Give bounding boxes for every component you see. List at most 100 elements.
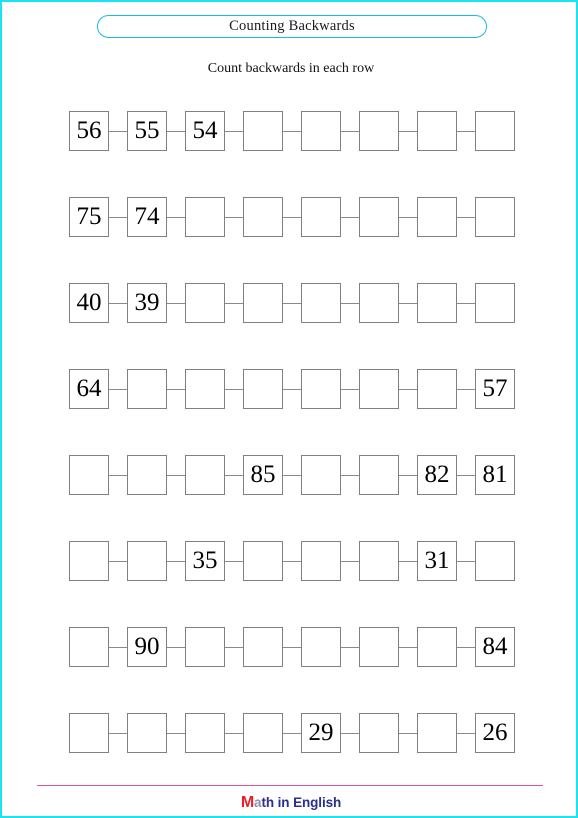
- cell-value: 57: [482, 375, 508, 402]
- number-cell-filled: 84: [475, 627, 515, 667]
- number-cell-blank[interactable]: [417, 111, 457, 151]
- number-cell-blank[interactable]: [185, 713, 225, 753]
- number-cell-blank[interactable]: [417, 283, 457, 323]
- number-cell-blank[interactable]: [475, 197, 515, 237]
- sequence-row: 90 84: [69, 626, 515, 668]
- number-cell-blank[interactable]: [185, 455, 225, 495]
- number-cell-filled: 82: [417, 455, 457, 495]
- number-cell-blank[interactable]: [475, 111, 515, 151]
- cell-connector-line: [109, 388, 127, 390]
- number-cell-blank[interactable]: [69, 713, 109, 753]
- cell-value: 29: [308, 719, 334, 746]
- cell-value: 74: [134, 203, 160, 230]
- number-cell-filled: 35: [185, 541, 225, 581]
- number-cell-filled: 55: [127, 111, 167, 151]
- cell-connector-line: [341, 130, 359, 132]
- cell-connector-line: [283, 646, 301, 648]
- number-cell-blank[interactable]: [417, 713, 457, 753]
- cell-connector-line: [457, 130, 475, 132]
- title-box: Counting Backwards: [97, 15, 487, 38]
- number-cell-blank[interactable]: [185, 283, 225, 323]
- number-cell-blank[interactable]: [475, 541, 515, 581]
- cell-connector-line: [167, 216, 185, 218]
- cell-connector-line: [341, 646, 359, 648]
- cell-connector-line: [167, 302, 185, 304]
- cell-value: 90: [134, 633, 160, 660]
- number-cell-blank[interactable]: [69, 627, 109, 667]
- number-cell-blank[interactable]: [243, 111, 283, 151]
- number-cell-blank[interactable]: [243, 541, 283, 581]
- cell-connector-line: [167, 130, 185, 132]
- number-cell-filled: 56: [69, 111, 109, 151]
- cell-connector-line: [341, 302, 359, 304]
- number-cell-blank[interactable]: [127, 713, 167, 753]
- number-cell-blank[interactable]: [359, 197, 399, 237]
- number-cell-blank[interactable]: [417, 197, 457, 237]
- worksheet-page: Counting Backwards Count backwards in ea…: [0, 0, 578, 818]
- number-cell-blank[interactable]: [127, 541, 167, 581]
- cell-connector-line: [399, 560, 417, 562]
- number-cell-filled: 75: [69, 197, 109, 237]
- cell-value: 35: [192, 547, 218, 574]
- number-cell-blank[interactable]: [185, 627, 225, 667]
- cell-connector-line: [167, 560, 185, 562]
- number-cell-blank[interactable]: [69, 541, 109, 581]
- number-cell-blank[interactable]: [359, 111, 399, 151]
- cell-connector-line: [225, 732, 243, 734]
- number-cell-filled: 26: [475, 713, 515, 753]
- cell-connector-line: [341, 732, 359, 734]
- number-cell-blank[interactable]: [359, 369, 399, 409]
- cell-connector-line: [109, 130, 127, 132]
- sequence-row: 64 57: [69, 368, 515, 410]
- number-cell-blank[interactable]: [359, 541, 399, 581]
- number-cell-blank[interactable]: [69, 455, 109, 495]
- cell-value: 40: [76, 289, 102, 316]
- number-cell-blank[interactable]: [301, 283, 341, 323]
- cell-value: 54: [192, 117, 218, 144]
- number-cell-blank[interactable]: [185, 369, 225, 409]
- number-cell-blank[interactable]: [243, 713, 283, 753]
- number-cell-blank[interactable]: [127, 455, 167, 495]
- number-cell-blank[interactable]: [243, 283, 283, 323]
- cell-connector-line: [283, 130, 301, 132]
- number-cell-blank[interactable]: [243, 197, 283, 237]
- number-cell-blank[interactable]: [243, 369, 283, 409]
- number-cell-blank[interactable]: [301, 369, 341, 409]
- number-cell-blank[interactable]: [301, 455, 341, 495]
- sequence-row: 56 55 54: [69, 110, 515, 152]
- number-cell-blank[interactable]: [417, 369, 457, 409]
- instructions-text: Count backwards in each row: [207, 61, 375, 76]
- number-cell-blank[interactable]: [301, 627, 341, 667]
- number-cell-blank[interactable]: [359, 283, 399, 323]
- number-cell-blank[interactable]: [359, 713, 399, 753]
- cell-connector-line: [283, 388, 301, 390]
- cell-value: 82: [424, 461, 450, 488]
- cell-connector-line: [225, 216, 243, 218]
- cell-value: 85: [250, 461, 276, 488]
- cell-connector-line: [341, 560, 359, 562]
- cell-value: 84: [482, 633, 508, 660]
- number-cell-filled: 40: [69, 283, 109, 323]
- number-cell-blank[interactable]: [301, 197, 341, 237]
- cell-connector-line: [283, 732, 301, 734]
- number-cell-blank[interactable]: [475, 283, 515, 323]
- number-cell-filled: 57: [475, 369, 515, 409]
- cell-connector-line: [399, 474, 417, 476]
- number-cell-blank[interactable]: [301, 541, 341, 581]
- number-cell-filled: 31: [417, 541, 457, 581]
- cell-value: 75: [76, 203, 102, 230]
- cell-connector-line: [283, 560, 301, 562]
- cell-connector-line: [399, 216, 417, 218]
- number-cell-blank[interactable]: [417, 627, 457, 667]
- number-cell-blank[interactable]: [243, 627, 283, 667]
- number-cell-blank[interactable]: [301, 111, 341, 151]
- number-cell-blank[interactable]: [359, 627, 399, 667]
- number-cell-blank[interactable]: [185, 197, 225, 237]
- cell-connector-line: [457, 732, 475, 734]
- cell-connector-line: [167, 474, 185, 476]
- cell-connector-line: [457, 388, 475, 390]
- number-cell-blank[interactable]: [359, 455, 399, 495]
- number-cell-blank[interactable]: [127, 369, 167, 409]
- cell-connector-line: [225, 646, 243, 648]
- brand-initial: M: [240, 794, 255, 811]
